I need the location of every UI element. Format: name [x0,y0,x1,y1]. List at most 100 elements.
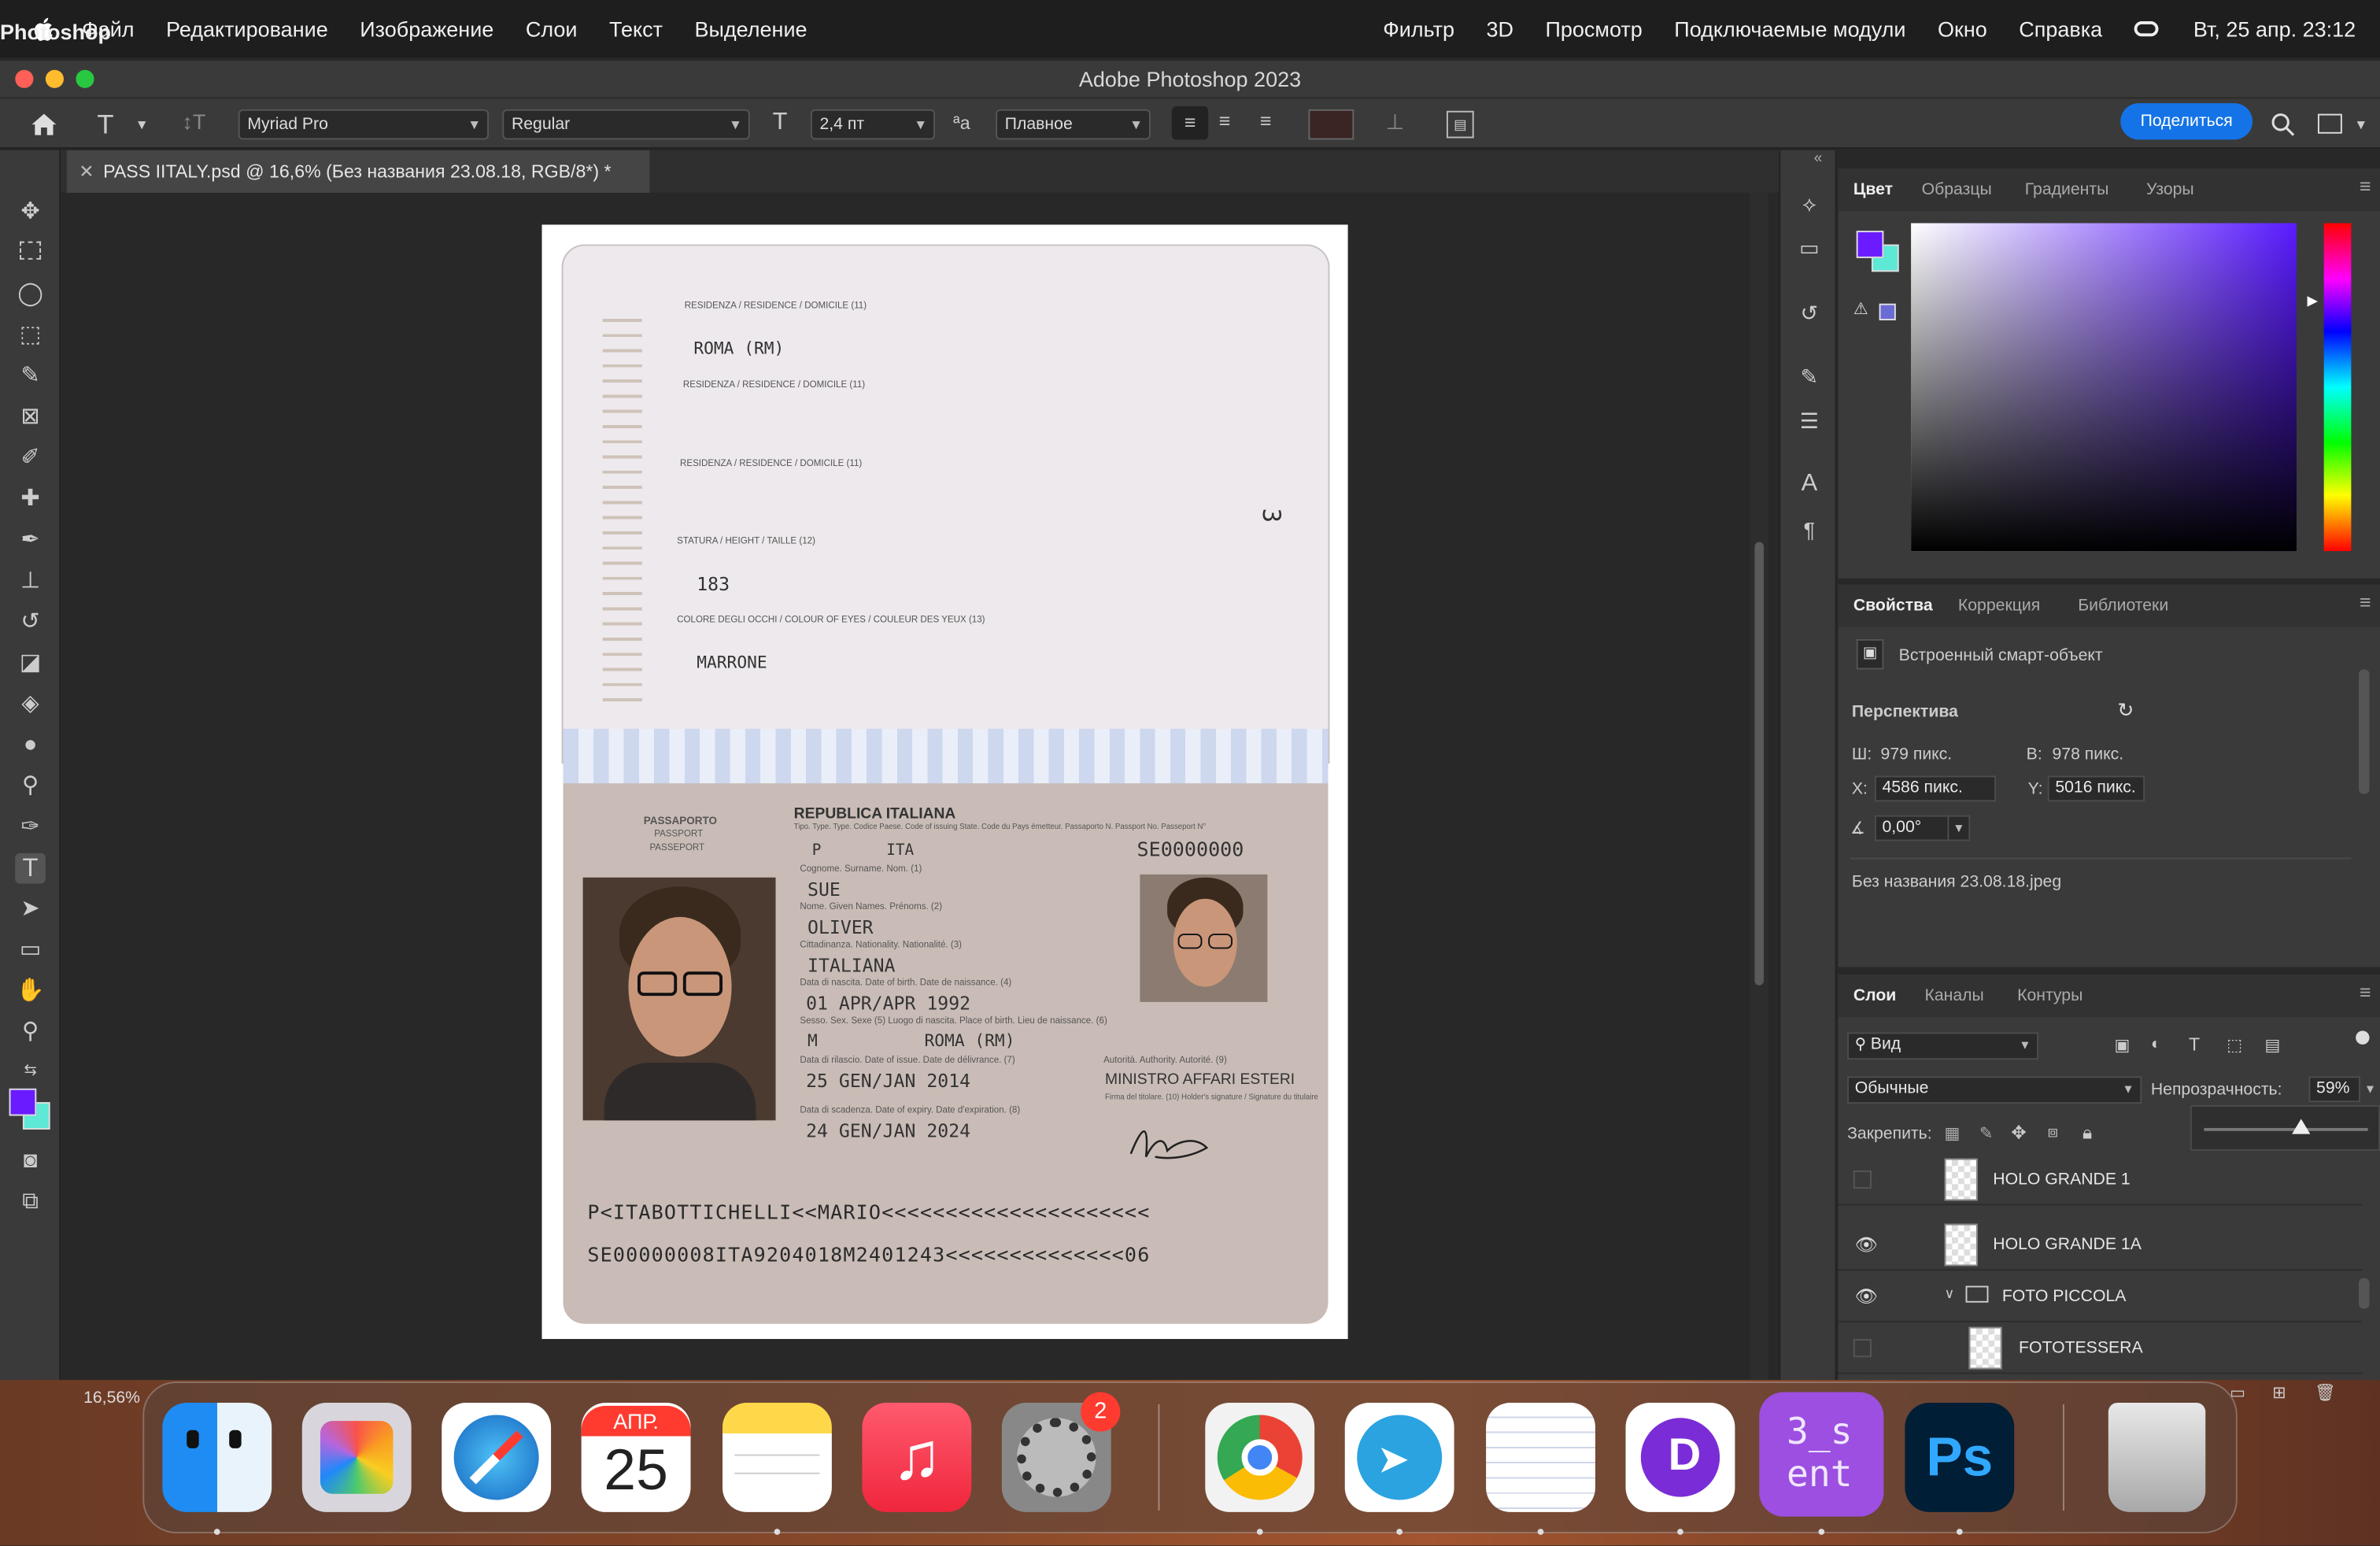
trash-icon[interactable] [2108,1403,2206,1512]
history-icon[interactable]: ↺ [1794,298,1825,328]
brush-tool-icon[interactable]: ✒ [15,525,46,556]
path-select-tool-icon[interactable]: ➤ [15,894,46,925]
zoom-level[interactable]: 16,56% [83,1389,140,1407]
comments-icon[interactable]: ▭ [1794,232,1825,263]
marquee-tool-icon[interactable] [15,239,46,269]
gamut-warning-icon[interactable]: ⚠ [1853,299,1868,319]
collapse-panels-icon[interactable]: « [1814,150,1823,167]
visibility-toggle[interactable] [1853,1339,1872,1358]
filter-adjustment-icon[interactable]: ◐ [2151,1035,2161,1053]
x-position-field[interactable]: 4586 пикс. [1874,775,1997,802]
menu-3d[interactable]: 3D [1486,17,1513,41]
lock-artboard-icon[interactable]: ⧈ [2048,1123,2059,1143]
eye-icon[interactable]: 👁︎ [1855,1234,1878,1256]
lock-pixels-icon[interactable]: ✎ [1979,1123,1994,1143]
hand-tool-icon[interactable]: ✋ [15,976,46,1007]
tab-gradients[interactable]: Градиенты [2025,168,2109,211]
vertical-scrollbar[interactable] [1750,192,1768,1381]
eraser-tool-icon[interactable]: ◪ [15,649,46,679]
dodge-tool-icon[interactable]: ⚲ [15,771,46,802]
tab-patterns[interactable]: Узоры [2146,168,2194,211]
screen-mode-icon[interactable]: ⧉ [15,1187,46,1218]
color-field[interactable] [1911,223,2297,552]
reset-transform-icon[interactable]: ↻ [2117,698,2134,723]
layer-row[interactable]: HOLO GRANDE 1 [1838,1154,2362,1206]
type-tool-icon[interactable]: T [97,109,113,142]
menu-filter[interactable]: Фильтр [1383,17,1454,41]
align-left-icon[interactable]: ≡ [1171,106,1209,140]
control-center-icon[interactable] [2134,21,2159,37]
text-color-swatch[interactable] [1308,109,1354,140]
websafe-swatch[interactable] [1879,303,1896,320]
swap-colors-icon[interactable]: ⇆ [15,1056,46,1087]
font-size-select[interactable]: 2,4 пт ▼ [810,109,936,140]
panel-fg-swatch[interactable] [1856,231,1884,258]
angle-field[interactable]: 0,00° [1874,815,1954,841]
menu-plugins[interactable]: Подключаемые модули [1674,17,1905,41]
new-layer-icon[interactable]: ⊞ [2272,1383,2286,1403]
healing-brush-tool-icon[interactable]: ✚ [15,484,46,515]
antialias-select[interactable]: Плавное ▼ [996,109,1151,140]
lock-transparent-icon[interactable]: ▦ [1945,1123,1961,1143]
tab-properties[interactable]: Свойства [1853,585,1933,627]
visibility-toggle[interactable] [1853,1170,1872,1189]
character-icon[interactable]: A [1794,469,1825,500]
chevron-down-icon[interactable]: ∨ [1945,1286,1955,1303]
brush-settings-icon[interactable]: ✎ [1794,361,1825,392]
filter-type-icon[interactable]: T [2189,1034,2200,1055]
paragraph-icon[interactable]: ¶ [1794,515,1825,546]
font-family-select[interactable]: Myriad Pro ▼ [238,109,490,140]
warp-text-icon[interactable]: ⊥ [1386,109,1405,135]
menu-select[interactable]: Выделение [694,17,807,41]
quick-mask-icon[interactable]: ◙ [15,1146,46,1177]
minimize-window-button[interactable] [45,69,65,88]
notes-icon[interactable] [722,1403,832,1512]
textedit-icon[interactable] [1486,1403,1595,1512]
opacity-field[interactable]: 59% [2308,1076,2360,1103]
panel-menu-icon[interactable]: ≡ [2360,175,2371,198]
menu-view[interactable]: Просмотр [1545,17,1642,41]
rectangle-tool-icon[interactable]: ▭ [15,935,46,966]
opacity-slider-handle[interactable] [2291,1119,2310,1134]
learn-icon[interactable]: ⟡ [1794,188,1825,219]
home-icon[interactable] [31,113,58,137]
menu-help[interactable]: Справка [2019,17,2102,41]
y-position-field[interactable]: 5016 пикс. [2047,775,2145,802]
blur-tool-icon[interactable]: ● [15,730,46,761]
frame-tool-icon[interactable]: ⊠ [15,402,46,433]
blend-mode-select[interactable]: Обычные ▼ [1847,1076,2142,1104]
menu-layers[interactable]: Слои [526,17,578,41]
trash-layer-icon[interactable]: 🗑︎ [2315,1383,2336,1403]
chevron-down-icon[interactable]: ▼ [2354,117,2367,132]
layer-row[interactable]: 👁︎ HOLO GRANDE 1A [1838,1219,2362,1271]
font-style-select[interactable]: Regular ▼ [502,109,750,140]
eyedropper-tool-icon[interactable]: ✐ [15,443,46,474]
object-select-tool-icon[interactable]: ⬚ [15,320,46,351]
align-right-icon[interactable]: ≡ [1260,109,1272,132]
stamp-tool-icon[interactable]: ⊥ [15,566,46,597]
layer-filter-select[interactable]: ⚲ Вид ▼ [1847,1032,2039,1060]
zoom-tool-icon[interactable]: ⚲ [15,1017,46,1048]
menu-image[interactable]: Изображение [360,17,493,41]
menu-datetime[interactable]: Вт, 25 апр. 23:12 [2193,17,2356,41]
text-orientation-icon[interactable]: ↕T [182,109,205,134]
close-tab-icon[interactable]: ✕ [79,150,94,193]
move-tool-icon[interactable]: ✥ [15,198,46,228]
angle-dropdown[interactable]: ▼ [1947,815,1971,841]
filter-shape-icon[interactable]: ⬚ [2227,1035,2242,1055]
document-tab[interactable]: ✕ PASS IITALY.psd @ 16,6% (Без названия … [66,150,650,193]
quick-select-tool-icon[interactable]: ✎ [15,361,46,392]
panel-menu-icon[interactable]: ≡ [2360,590,2371,613]
layer-row[interactable]: FOTOTESSERA [1838,1322,2362,1374]
filter-pixel-icon[interactable]: ▣ [2115,1035,2131,1055]
workspace-icon[interactable] [2317,113,2342,134]
lock-position-icon[interactable]: ✥ [2011,1122,2026,1143]
filter-toggle-icon[interactable] [2356,1030,2370,1045]
search-icon[interactable] [2271,113,2295,137]
pen-tool-icon[interactable]: ✑ [15,812,46,843]
tab-libraries[interactable]: Библиотеки [2078,585,2168,627]
menu-edit[interactable]: Редактирование [166,17,328,41]
menu-type[interactable]: Текст [609,17,663,41]
share-button[interactable]: Поделиться [2120,103,2253,140]
lock-all-icon[interactable]: 🔒︎ [2082,1122,2092,1145]
